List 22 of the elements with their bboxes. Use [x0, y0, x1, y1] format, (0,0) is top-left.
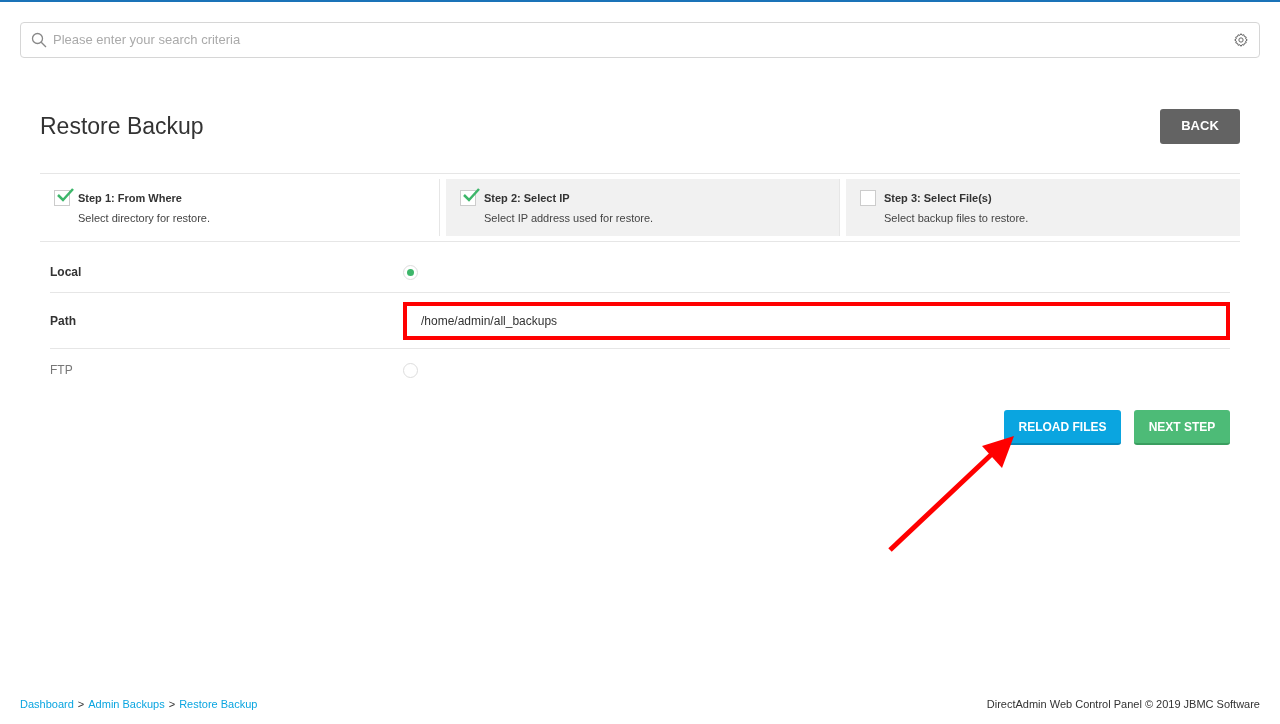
footer-text: DirectAdmin Web Control Panel © 2019 JBMC Software [986, 696, 1260, 712]
field-label: Local [50, 264, 83, 281]
step-title: Step 2: Select IP [484, 191, 571, 206]
page-title: Restore Backup [40, 111, 204, 141]
field-label: Path [50, 312, 77, 330]
settings-icon[interactable] [1233, 32, 1249, 48]
step-description: Select backup files to restore. [884, 210, 1029, 226]
step-title: Step 3: Select File(s) [884, 191, 993, 206]
back-button[interactable]: BACK [1160, 108, 1240, 144]
path-field[interactable]: /home/admin/all_backups [403, 301, 1230, 340]
step-description: Select directory for restore. [78, 210, 211, 226]
step-title: Step 1: From Where [78, 191, 183, 206]
breadcrumb-separator: > [168, 696, 176, 712]
step-description: Select IP address used for restore. [484, 210, 654, 226]
wizard-step[interactable]: Step 3: Select File(s) Select backup files to restore. [846, 179, 1240, 236]
radio-button[interactable] [403, 362, 418, 378]
field-label: FTP [50, 362, 74, 379]
breadcrumb-separator: > [77, 696, 85, 712]
radio-button[interactable] [403, 264, 418, 280]
search-icon [31, 32, 47, 48]
search-input[interactable]: Please enter your search criteria [53, 30, 1227, 50]
search-field[interactable]: Please enter your search criteria [20, 22, 1260, 58]
